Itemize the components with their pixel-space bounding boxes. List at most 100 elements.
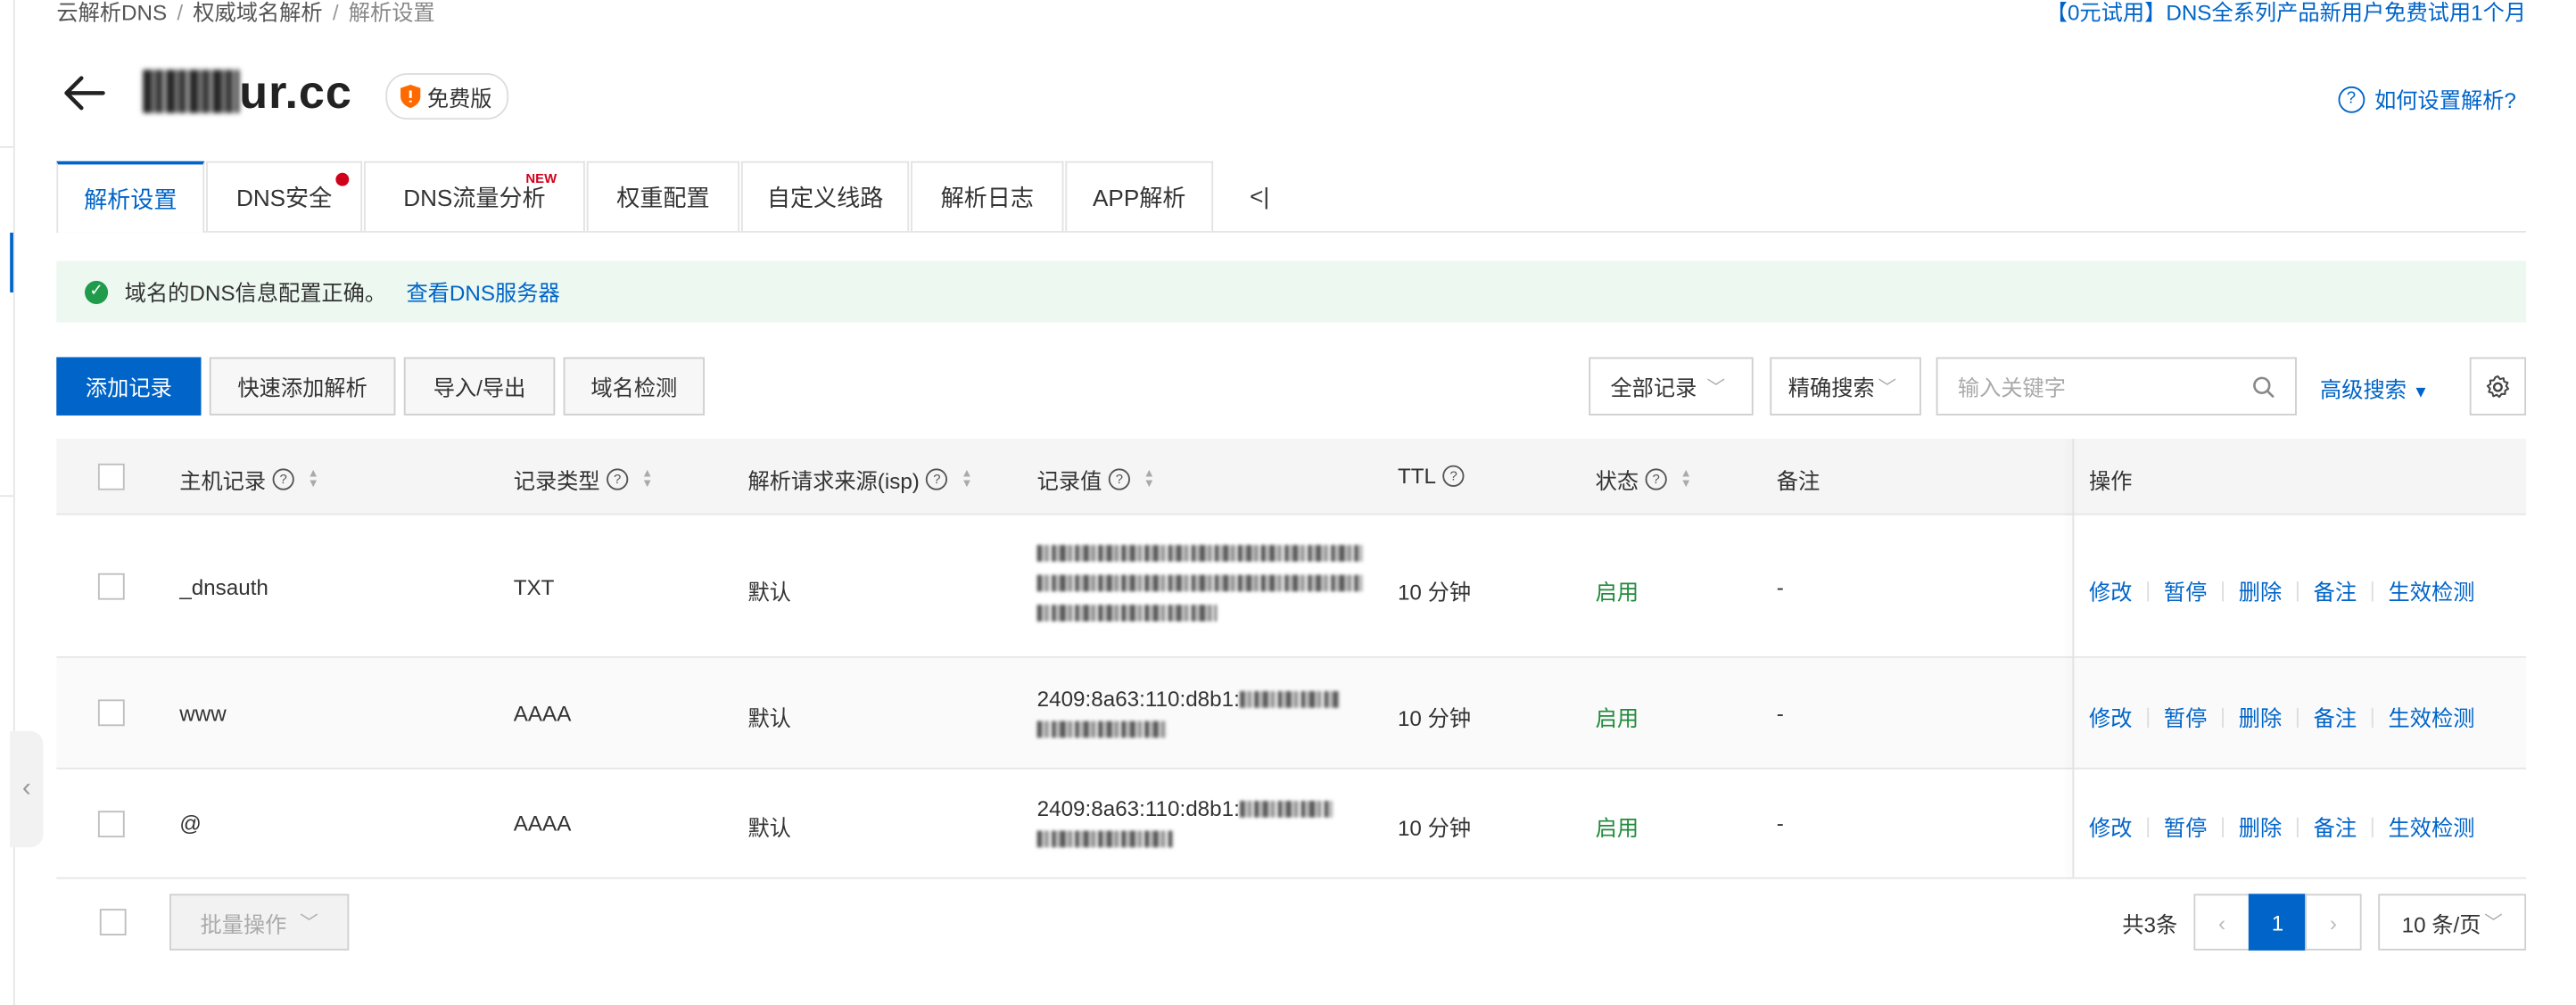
- next-page-button[interactable]: ›: [2305, 894, 2362, 951]
- back-arrow-icon[interactable]: [60, 70, 106, 116]
- help-icon[interactable]: ?: [1108, 468, 1131, 490]
- page-size-select[interactable]: 10 条/页 ﹀: [2378, 894, 2527, 951]
- remark-link[interactable]: 备注: [2314, 811, 2357, 842]
- select-value: 精确搜索: [1788, 375, 1875, 401]
- tabs-collapse-button[interactable]: <|: [1250, 183, 1269, 210]
- help-icon[interactable]: ?: [607, 468, 629, 490]
- tab-custom-lines[interactable]: 自定义线路: [740, 161, 910, 231]
- remark-link[interactable]: 备注: [2314, 701, 2357, 732]
- page-title: ur.cc: [143, 67, 352, 120]
- column-host[interactable]: 主机记录? ▲ ▼: [179, 464, 318, 495]
- column-type[interactable]: 记录类型? ▲ ▼: [514, 464, 653, 495]
- help-icon[interactable]: ?: [1645, 468, 1667, 490]
- column-ttl[interactable]: TTL?: [1398, 464, 1465, 489]
- left-nav-border: [12, 0, 15, 1005]
- left-nav-divider: [0, 145, 13, 148]
- table-settings-button[interactable]: [2469, 357, 2527, 416]
- quick-add-button[interactable]: 快速添加解析: [209, 357, 396, 416]
- tab-dns-settings[interactable]: 解析设置: [56, 161, 205, 233]
- tab-dns-logs[interactable]: 解析日志: [911, 161, 1064, 231]
- row-checkbox[interactable]: [97, 573, 125, 600]
- page-number[interactable]: 1: [2248, 894, 2308, 951]
- column-status[interactable]: 状态? ▲ ▼: [1596, 464, 1692, 495]
- row-checkbox[interactable]: [97, 811, 125, 838]
- pause-link[interactable]: 暂停: [2164, 575, 2207, 606]
- cell-type: TXT: [513, 574, 555, 600]
- search-icon[interactable]: [2252, 375, 2275, 398]
- select-all-checkbox[interactable]: [97, 463, 125, 490]
- cell-value-redacted: [1036, 545, 1366, 622]
- chevron-down-icon: ﹀: [2484, 913, 2503, 935]
- prev-page-button[interactable]: ‹: [2193, 894, 2250, 951]
- cell-status: 启用: [1595, 705, 1639, 731]
- cell-isp: 默认: [747, 815, 791, 841]
- view-dns-servers-link[interactable]: 查看DNS服务器: [406, 276, 559, 307]
- sort-icon[interactable]: ▲ ▼: [641, 467, 653, 489]
- verify-link[interactable]: 生效检测: [2389, 575, 2475, 606]
- footer-select-all-checkbox[interactable]: [99, 909, 127, 935]
- edit-link[interactable]: 修改: [2089, 575, 2132, 606]
- domain-check-button[interactable]: 域名检测: [563, 357, 705, 416]
- cell-status: 启用: [1595, 580, 1639, 605]
- verify-link[interactable]: 生效检测: [2389, 701, 2475, 732]
- delete-link[interactable]: 删除: [2239, 701, 2282, 732]
- search-mode-select[interactable]: 精确搜索 ﹀: [1770, 357, 1921, 416]
- record-filter-select[interactable]: 全部记录 ﹀: [1589, 357, 1754, 416]
- row-actions: 修改 暂停 删除 备注 生效检测: [2089, 575, 2474, 606]
- domain-suffix: ur.cc: [239, 66, 352, 119]
- sort-icon[interactable]: ▲ ▼: [1144, 467, 1155, 489]
- verify-link[interactable]: 生效检测: [2389, 811, 2475, 842]
- tab-dns-traffic[interactable]: DNS流量分析 NEW: [364, 161, 585, 231]
- cell-ttl: 10 分钟: [1397, 815, 1472, 841]
- fixed-column-shadow: [2072, 438, 2075, 877]
- column-isp[interactable]: 解析请求来源(isp)? ▲ ▼: [747, 464, 972, 495]
- tab-dns-security[interactable]: DNS安全: [206, 161, 363, 231]
- help-icon[interactable]: ?: [272, 468, 294, 490]
- sort-icon[interactable]: ▲ ▼: [308, 467, 319, 489]
- sort-icon[interactable]: ▲ ▼: [1680, 467, 1692, 489]
- help-label: 如何设置解析?: [2374, 87, 2516, 113]
- left-nav-divider: [0, 495, 13, 498]
- help-icon[interactable]: ?: [926, 468, 948, 490]
- cell-remark: -: [1776, 811, 1784, 836]
- cell-type: AAAA: [513, 811, 572, 836]
- cell-status: 启用: [1595, 815, 1639, 841]
- delete-link[interactable]: 删除: [2239, 811, 2282, 842]
- breadcrumb-item[interactable]: 云解析DNS: [56, 0, 167, 25]
- tab-label: DNS流量分析: [403, 183, 546, 210]
- help-link[interactable]: ? 如何设置解析?: [2338, 83, 2516, 114]
- tab-weight-config[interactable]: 权重配置: [586, 161, 740, 231]
- page-size-value: 10 条/页: [2401, 910, 2481, 936]
- edit-link[interactable]: 修改: [2089, 811, 2132, 842]
- batch-label: 批量操作: [200, 910, 287, 936]
- tab-app-dns[interactable]: APP解析: [1065, 161, 1214, 231]
- chevron-left-icon: ‹: [21, 774, 31, 803]
- cell-host: @: [179, 811, 202, 836]
- left-nav-active-marker: [10, 232, 13, 292]
- cell-host: www: [179, 701, 227, 727]
- edit-link[interactable]: 修改: [2089, 701, 2132, 732]
- tab-label: DNS安全: [235, 183, 333, 210]
- chevron-down-icon: ﹀: [300, 913, 318, 935]
- column-label: 解析请求来源(isp): [747, 468, 920, 494]
- delete-link[interactable]: 删除: [2239, 575, 2282, 606]
- chevron-left-icon: ‹: [2218, 910, 2226, 935]
- promo-link[interactable]: 【0元试用】DNS全系列产品新用户免费试用1个月: [2046, 0, 2526, 27]
- sidebar-collapse-handle[interactable]: ‹: [10, 730, 44, 848]
- row-checkbox[interactable]: [97, 699, 125, 727]
- advanced-search-button[interactable]: 高级搜索 ▼: [2320, 372, 2429, 403]
- search-input[interactable]: 输入关键字: [1936, 357, 2297, 416]
- breadcrumb-item[interactable]: 权威域名解析: [193, 0, 322, 25]
- question-icon: ?: [2338, 85, 2365, 112]
- pause-link[interactable]: 暂停: [2164, 811, 2207, 842]
- column-label: 记录值: [1036, 468, 1102, 494]
- chevron-down-icon: ﹀: [1878, 377, 1896, 399]
- help-icon[interactable]: ?: [1442, 465, 1465, 487]
- add-record-button[interactable]: 添加记录: [56, 357, 202, 416]
- batch-actions-button[interactable]: 批量操作 ﹀: [169, 894, 350, 951]
- pause-link[interactable]: 暂停: [2164, 701, 2207, 732]
- column-value[interactable]: 记录值? ▲ ▼: [1037, 464, 1155, 495]
- sort-icon[interactable]: ▲ ▼: [961, 467, 972, 489]
- import-export-button[interactable]: 导入/导出: [403, 357, 556, 416]
- remark-link[interactable]: 备注: [2314, 575, 2357, 606]
